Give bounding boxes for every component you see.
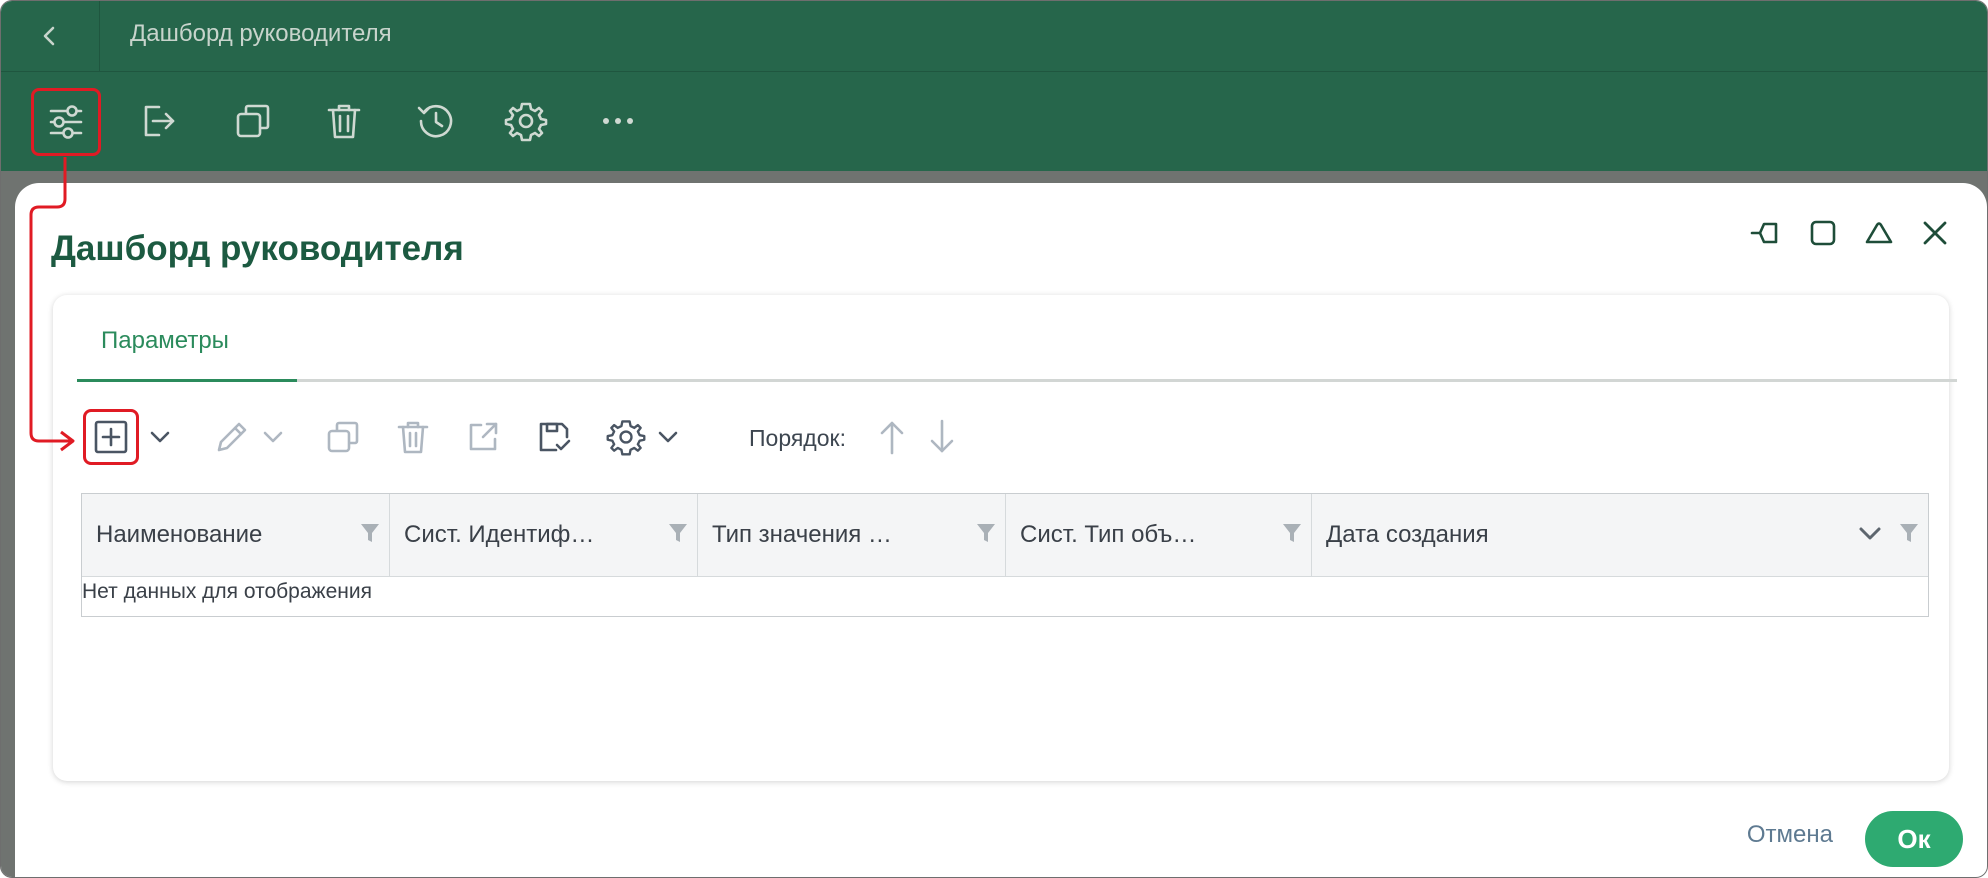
- chevron-left-icon: [43, 26, 55, 46]
- save-button[interactable]: [534, 413, 574, 461]
- dashboard-dialog: Дашборд руководителя Параметры Порядок: …: [15, 183, 1987, 877]
- column-header-value-type[interactable]: Тип значения …: [698, 494, 1006, 576]
- open-external-button: [463, 413, 503, 461]
- back-button[interactable]: [1, 1, 100, 71]
- dialog-title: Дашборд руководителя: [51, 229, 464, 268]
- tab-active-indicator: [77, 379, 297, 382]
- parameters-table: Наименование Сист. Идентиф… Тип значения…: [81, 493, 1929, 617]
- move-down-button: [925, 413, 959, 461]
- dialog-footer: Отмена Ок: [15, 799, 1987, 877]
- trash-icon: [327, 104, 361, 139]
- chevron-down-icon: [263, 431, 283, 443]
- column-label: Тип значения …: [712, 521, 892, 548]
- app-title: Дашборд руководителя: [130, 20, 392, 47]
- tab-parameters[interactable]: Параметры: [101, 327, 229, 355]
- column-label: Сист. Тип объ…: [1020, 521, 1197, 548]
- order-label: Порядок:: [749, 425, 846, 451]
- pin-button[interactable]: [1745, 211, 1789, 255]
- add-dropdown-button[interactable]: [147, 413, 173, 461]
- arrow-down-icon: [930, 419, 954, 453]
- edit-dropdown-button: [260, 413, 286, 461]
- app-toolbar: [1, 72, 1987, 171]
- copy-icon: [327, 421, 359, 453]
- filter-icon[interactable]: [1898, 521, 1920, 545]
- pencil-icon: [217, 422, 247, 452]
- chevron-down-icon: [658, 431, 678, 443]
- arrow-up-icon: [880, 421, 904, 455]
- column-header-created-date[interactable]: Дата создания: [1312, 494, 1928, 576]
- close-button[interactable]: [1913, 211, 1957, 255]
- copy-row-button: [323, 413, 363, 461]
- ok-button[interactable]: Ок: [1865, 811, 1963, 867]
- column-header-name[interactable]: Наименование: [82, 494, 390, 576]
- app-header: Дашборд руководителя: [1, 1, 1987, 72]
- copy-icon: [236, 104, 270, 138]
- maximize-button[interactable]: [1801, 211, 1845, 255]
- filter-icon[interactable]: [1281, 521, 1303, 545]
- column-label: Дата создания: [1326, 521, 1489, 548]
- empty-table-message: Нет данных для отображения: [82, 580, 372, 603]
- cancel-button[interactable]: Отмена: [1747, 821, 1833, 849]
- column-label: Наименование: [96, 521, 263, 548]
- maximize-icon: [1810, 220, 1836, 246]
- collapse-icon: [1865, 222, 1893, 244]
- filter-icon[interactable]: [667, 521, 689, 545]
- collapse-button[interactable]: [1857, 211, 1901, 255]
- grid-settings-button[interactable]: [605, 413, 647, 461]
- save-check-icon: [539, 422, 571, 452]
- history-button[interactable]: [409, 95, 461, 147]
- delete-button[interactable]: [318, 95, 370, 147]
- dialog-window-controls: [1745, 211, 1957, 255]
- column-header-system-object-type[interactable]: Сист. Тип объ…: [1006, 494, 1312, 576]
- table-header: Наименование Сист. Идентиф… Тип значения…: [82, 494, 1928, 577]
- filter-icon[interactable]: [359, 521, 381, 545]
- gear-icon: [504, 102, 548, 142]
- more-icon: [603, 118, 633, 124]
- filter-icon[interactable]: [975, 521, 997, 545]
- chevron-down-icon: [150, 431, 170, 443]
- app-window: Дашборд руководителя Дашборд руководител…: [0, 0, 1988, 878]
- external-link-icon: [469, 422, 498, 451]
- exit-icon: [144, 105, 175, 137]
- grid-settings-dropdown-button[interactable]: [655, 413, 681, 461]
- copy-button[interactable]: [227, 95, 279, 147]
- sort-desc-icon: [1859, 527, 1881, 540]
- delete-row-button: [393, 413, 433, 461]
- parameters-card: Параметры Порядок: Наименование Сист. Ид…: [53, 295, 1957, 781]
- column-header-system-id[interactable]: Сист. Идентиф…: [390, 494, 698, 576]
- history-icon: [417, 104, 453, 138]
- grid-toolbar: Порядок:: [53, 405, 1949, 469]
- move-up-button: [875, 413, 909, 461]
- settings-button[interactable]: [500, 95, 552, 147]
- more-button[interactable]: [592, 95, 644, 147]
- plus-box-icon: [94, 420, 128, 454]
- add-button[interactable]: [83, 409, 139, 465]
- close-icon: [1923, 221, 1947, 245]
- sliders-button[interactable]: [31, 88, 101, 156]
- gear-icon: [606, 420, 646, 456]
- trash-icon: [397, 421, 429, 454]
- pin-icon: [1750, 222, 1778, 244]
- edit-button: [211, 413, 253, 461]
- column-label: Сист. Идентиф…: [404, 521, 595, 548]
- sliders-icon: [49, 105, 83, 139]
- exit-button[interactable]: [132, 95, 184, 147]
- tab-divider: [77, 379, 1957, 382]
